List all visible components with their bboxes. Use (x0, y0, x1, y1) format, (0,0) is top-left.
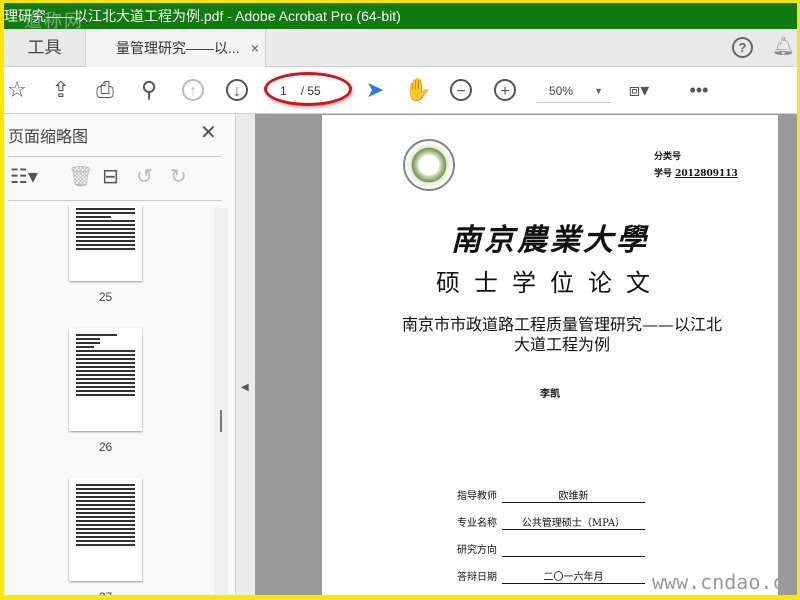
field-value (502, 545, 645, 557)
university-name: 南京農業大學 (451, 223, 649, 258)
red-highlight-oval (264, 72, 352, 106)
field-label: 专业名称 (457, 518, 497, 529)
zoom-value: 50% (549, 84, 574, 98)
student-id-label: 学号 (654, 169, 673, 179)
rotate-left-icon[interactable]: ↺ (136, 164, 153, 189)
insert-page-icon[interactable]: ⊟ (102, 164, 119, 189)
options-menu-icon[interactable]: ☷▾ (10, 164, 38, 189)
tab-bar: 工具 量管理研究——以... × ? 🔔︎ (4, 29, 797, 68)
collapse-arrow-icon[interactable]: ◀ (241, 382, 249, 393)
scrollbar-thumb[interactable] (220, 410, 222, 432)
field-value: 二〇一六年月 (502, 568, 645, 584)
field-label: 指导教师 (457, 491, 497, 502)
pdf-page: 分类号 学号 2012809113 南京農業大學 硕士学位论文 南京市市政道路工… (322, 115, 778, 595)
more-options-icon[interactable]: ••• (686, 77, 712, 103)
close-panel-icon[interactable]: ✕ (200, 120, 217, 145)
field-label: 研究方向 (457, 545, 497, 556)
thumbnail-label: 27 (69, 590, 142, 595)
chevron-down-icon: ▼ (594, 86, 603, 96)
page-fit-icon[interactable]: ⧈▾ (626, 77, 652, 103)
thesis-title-line1: 南京市市政道路工程质量管理研究——以江北 (401, 315, 722, 334)
thumbnail-list: 25 26 27 (4, 206, 214, 595)
thumbnail-label: 25 (98, 290, 113, 304)
panel-collapse-bar[interactable]: ◀ (236, 113, 255, 595)
field-value: 公共管理硕士（MPA） (502, 514, 645, 530)
divider (8, 156, 222, 157)
university-seal-logo (403, 139, 455, 191)
field-row: 研究方向 (457, 541, 645, 557)
close-tab-icon[interactable]: × (251, 29, 259, 67)
degree-title: 硕士学位论文 (436, 269, 664, 297)
bookmark-star-icon[interactable]: ☆ (4, 77, 30, 103)
title-bar: 理研究——以江北大道工程为例.pdf - Adobe Acrobat Pro (… (4, 3, 797, 32)
zoom-out-icon[interactable]: − (450, 79, 472, 101)
divider (8, 200, 222, 201)
tab-document-label: 量管理研究——以... (116, 40, 240, 56)
search-icon[interactable]: ⚲ (136, 77, 162, 103)
zoom-in-icon[interactable]: + (494, 79, 516, 101)
site-watermark: www.cndao.co (652, 570, 797, 594)
field-label: 答辩日期 (457, 572, 497, 583)
acrobat-window: 理研究——以江北大道工程为例.pdf - Adobe Acrobat Pro (… (4, 3, 797, 595)
thumbnail-scrollbar[interactable] (214, 208, 228, 595)
tab-document[interactable]: 量管理研究——以... × (86, 29, 266, 68)
field-row: 专业名称 公共管理硕士（MPA） (457, 514, 645, 530)
toolbar: ☆ ⇪ ⎙ ⚲ ↑ ↓ 1/ 55 ➤ ✋ − + 50% ▼ ⧈▾ ••• (4, 67, 797, 113)
document-view: 分类号 学号 2012809113 南京農業大學 硕士学位论文 南京市市政道路工… (255, 113, 797, 595)
thesis-title: 南京市市政道路工程质量管理研究——以江北 大道工程为例 (362, 315, 762, 355)
field-row: 答辩日期 二〇一六年月 (457, 568, 645, 584)
print-icon[interactable]: ⎙ (92, 77, 118, 103)
thumbnail-label: 26 (98, 440, 113, 454)
field-row: 指导教师 欧维新 (457, 487, 645, 503)
delete-trash-icon[interactable]: 🗑︎ (68, 164, 93, 189)
class-number-label: 分类号 (654, 152, 682, 162)
panel-title: 页面缩略图 (8, 129, 89, 146)
rotate-right-icon[interactable]: ↻ (170, 164, 187, 189)
page-thumbnail[interactable] (69, 206, 142, 281)
thumbnails-panel: 页面缩略图 ✕ ☷▾ 🗑︎ ⊟ ↺ ↻ 25 26 27 (4, 113, 236, 595)
student-id-value: 2012809113 (675, 169, 738, 179)
tab-tools[interactable]: 工具 (4, 29, 86, 67)
upload-cloud-icon[interactable]: ⇪ (48, 77, 74, 103)
thesis-title-line2: 大道工程为例 (513, 335, 610, 354)
field-value: 欧维新 (502, 487, 645, 503)
previous-page-icon[interactable]: ↑ (182, 79, 204, 101)
page-thumbnail[interactable] (69, 478, 142, 581)
document-scrollbar[interactable] (778, 114, 797, 595)
notification-bell-icon[interactable]: 🔔︎ (772, 36, 795, 57)
page-thumbnail[interactable] (69, 328, 142, 431)
next-page-icon[interactable]: ↓ (226, 79, 248, 101)
hand-tool-icon[interactable]: ✋ (404, 77, 431, 103)
zoom-level-select[interactable]: 50% ▼ (537, 79, 611, 103)
select-cursor-icon[interactable]: ➤ (362, 77, 388, 103)
author-name: 李凯 (540, 389, 560, 400)
help-icon[interactable]: ? (732, 37, 753, 58)
